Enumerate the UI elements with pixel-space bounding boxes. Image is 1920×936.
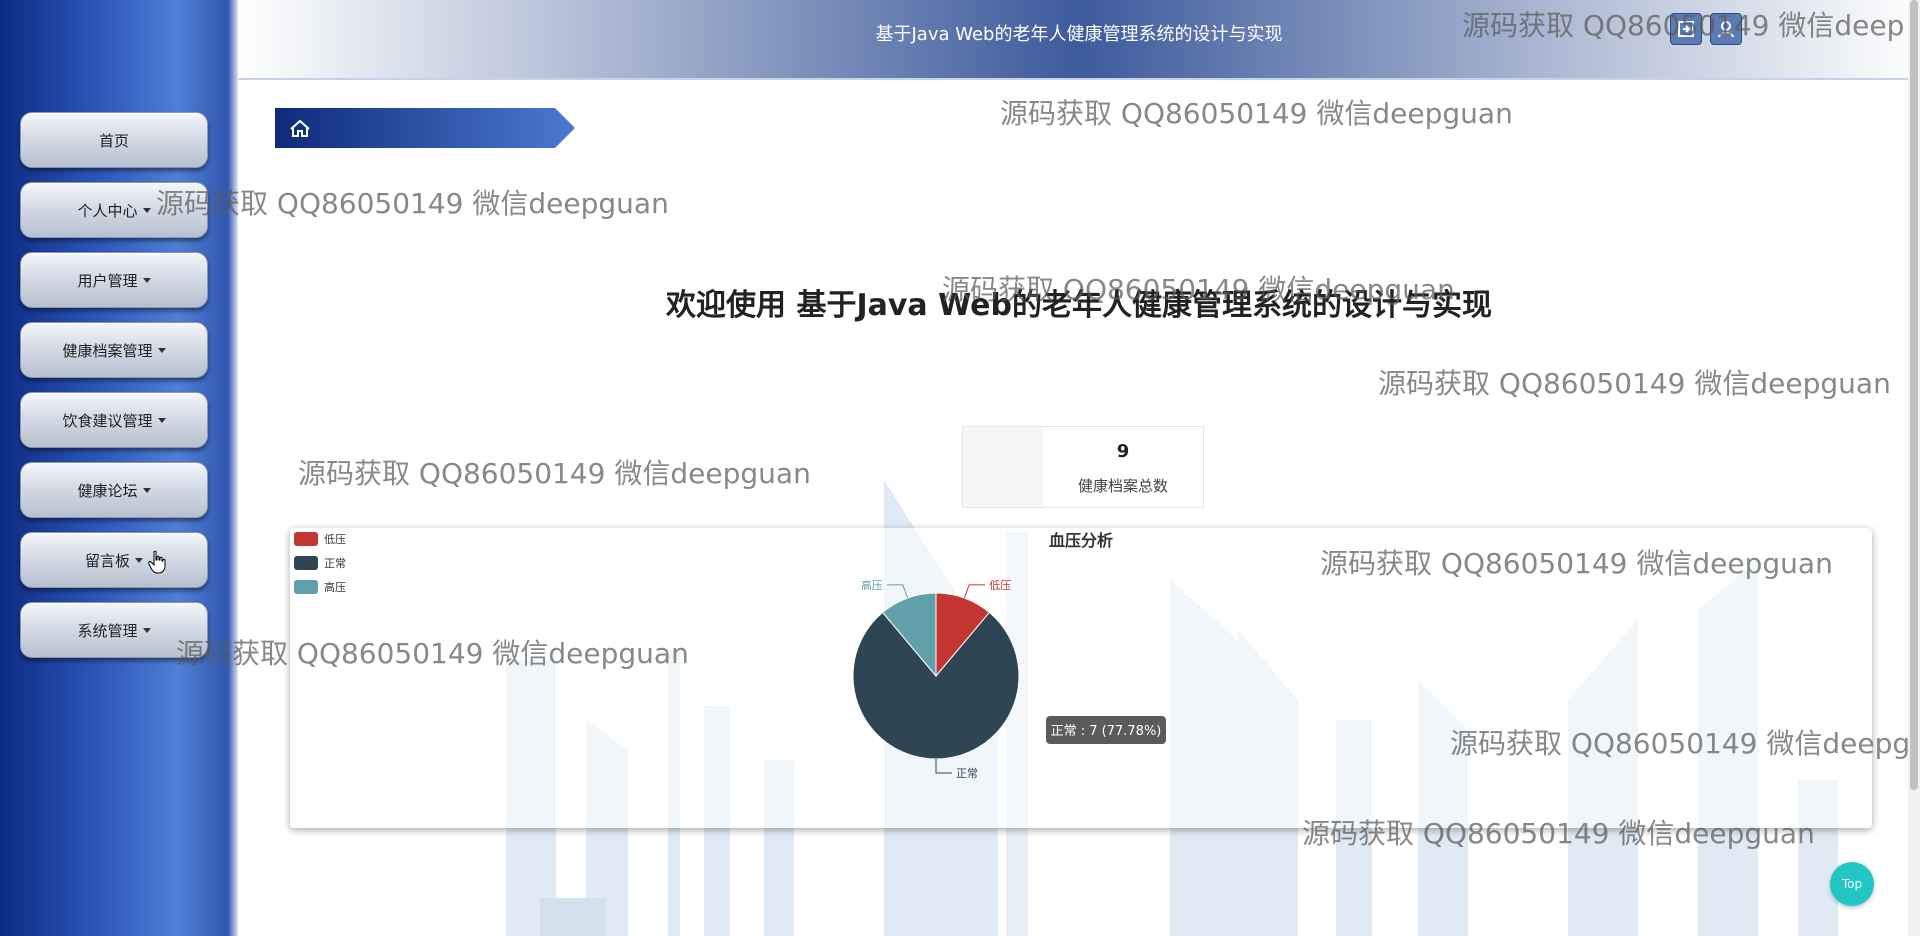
legend-swatch[interactable] (294, 532, 318, 546)
scrollbar-thumb[interactable] (1910, 0, 1918, 790)
caret-down-icon (142, 487, 151, 493)
sidebar-item-label: 饮食建议管理 (62, 411, 153, 430)
chart-tooltip-text: 正常 : 7 (77.78%) (1051, 724, 1162, 739)
legend-label[interactable]: 低压 (324, 533, 346, 546)
watermark: 源码获取 QQ86050149 微信deepguan (1302, 817, 1815, 850)
stat-value: 9 (1116, 441, 1130, 462)
sidebar-item-label: 首页 (98, 131, 129, 150)
chart-tooltip: 正常 : 7 (77.78%) (1046, 716, 1166, 744)
sidebar-item-user-management[interactable]: 用户管理 (20, 252, 208, 308)
sidebar-item-home[interactable]: 首页 (20, 112, 208, 168)
back-to-top-button[interactable]: Top (1830, 862, 1874, 906)
sidebar-item-message-board[interactable]: 留言板 (20, 532, 208, 588)
watermark: 源码获取 QQ86050149 微信deepguan (1000, 97, 1513, 130)
sidebar-item-label: 健康论坛 (77, 481, 138, 500)
legend-swatch[interactable] (294, 556, 318, 570)
sidebar: 首页 个人中心 用户管理 健康档案管理 饮食建议管理 健康论坛 留言板 系统管理 (0, 0, 238, 936)
watermark: 源码获取 QQ86050149 微信deepguan (1320, 547, 1833, 580)
watermark: 源码获取 QQ86050149 微信deepguan (156, 187, 669, 220)
sidebar-item-label: 系统管理 (77, 621, 138, 640)
pie-leader-line (963, 584, 986, 599)
pie-leader-line (886, 584, 909, 599)
pie-slice-label: 高压 (861, 578, 883, 592)
stat-label: 健康档案总数 (1077, 477, 1168, 495)
caret-down-icon (157, 417, 166, 423)
caret-down-icon (157, 347, 166, 353)
caret-down-icon (142, 627, 151, 633)
sidebar-item-health-forum[interactable]: 健康论坛 (20, 462, 208, 518)
scrollbar[interactable] (1908, 0, 1920, 936)
sidebar-item-health-records[interactable]: 健康档案管理 (20, 322, 208, 378)
legend-swatch[interactable] (294, 580, 318, 594)
watermark: 源码获取 QQ86050149 微信deepguan (1378, 367, 1891, 400)
watermark: 源码获取 QQ86050149 微信deepg (1450, 727, 1911, 760)
sidebar-item-label: 健康档案管理 (62, 341, 153, 360)
sidebar-item-label: 留言板 (84, 551, 130, 570)
watermark: 源码获取 QQ86050149 微信deepguan (942, 273, 1455, 306)
caret-down-icon (142, 207, 151, 213)
caret-down-icon (142, 277, 151, 283)
sidebar-item-label: 个人中心 (77, 201, 138, 220)
legend-label[interactable]: 高压 (324, 580, 346, 594)
legend-label[interactable]: 正常 (324, 557, 346, 570)
hand-cursor-icon (148, 550, 166, 574)
pie-leader-line (935, 759, 952, 774)
stat-card-icon-area (963, 427, 1043, 507)
pie-slice-label: 低压 (989, 579, 1011, 592)
watermark: 源码获取 QQ86050149 微信deepguan (176, 637, 689, 670)
watermark: 源码获取 QQ86050149 微信deep (1462, 9, 1905, 42)
breadcrumb (275, 108, 575, 148)
sidebar-item-label: 用户管理 (77, 271, 138, 290)
watermark: 源码获取 QQ86050149 微信deepguan (298, 457, 811, 490)
stat-card: 9 健康档案总数 (962, 426, 1204, 508)
chart-title: 血压分析 (1049, 531, 1113, 550)
pie-slice-label: 正常 (956, 767, 978, 780)
sidebar-item-diet-advice[interactable]: 饮食建议管理 (20, 392, 208, 448)
caret-down-icon (135, 557, 143, 563)
